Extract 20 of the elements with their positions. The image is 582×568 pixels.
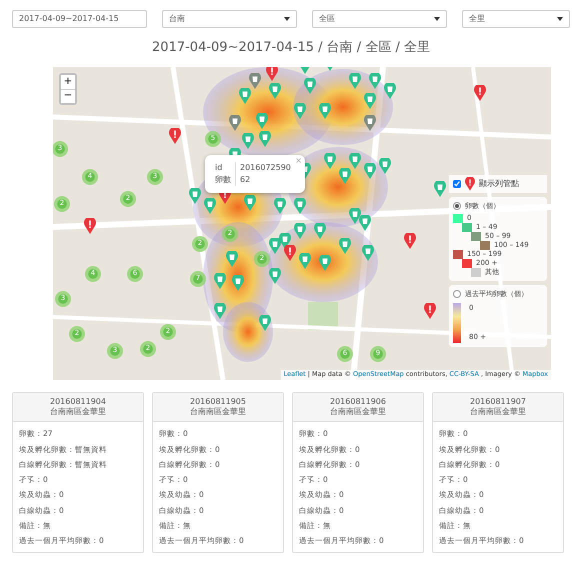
trap-id: 20160811907 <box>469 396 527 407</box>
trap-id: 20160811904 <box>49 396 107 407</box>
zoom-out-button[interactable]: − <box>61 88 75 102</box>
trap-id: 20160811906 <box>329 396 387 407</box>
close-button[interactable]: × <box>295 154 302 166</box>
date-range-field[interactable]: 2017-04-09~2017-04-15 <box>12 10 147 28</box>
dropdown[interactable]: 全里 <box>462 10 570 28</box>
field-value: 2016072590 <box>236 162 295 174</box>
trap-location: 台南南區金華里 <box>469 406 527 418</box>
field-value: 62 <box>236 174 295 186</box>
field-label: 卵數 <box>211 174 236 186</box>
legend-label: 顯示列管點 <box>479 178 519 190</box>
dropdown[interactable]: 全區 <box>312 10 447 28</box>
trap-location: 台南南區金華里 <box>329 406 387 418</box>
trap-location: 台南南區金華里 <box>189 406 247 418</box>
page-heading: 2017-04-09~2017-04-15 / 台南 / 全區 / 全里 <box>151 39 431 57</box>
dropdown[interactable]: 台南 <box>162 10 297 28</box>
field-label: id <box>211 162 236 174</box>
trap-location: 台南南區金華里 <box>49 406 107 418</box>
trap-id: 20160811905 <box>189 396 247 407</box>
